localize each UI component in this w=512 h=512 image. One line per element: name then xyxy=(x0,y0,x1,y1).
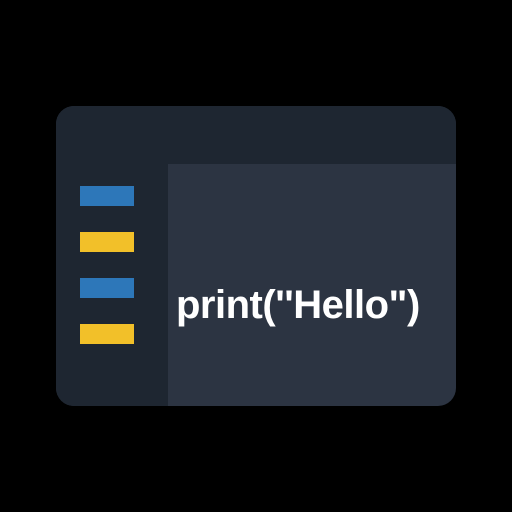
sidebar xyxy=(56,164,168,406)
window-body: print(''Hello") xyxy=(56,164,456,406)
sidebar-item[interactable] xyxy=(80,278,134,298)
sidebar-item[interactable] xyxy=(80,186,134,206)
code-line: print(''Hello") xyxy=(176,283,420,328)
sidebar-item[interactable] xyxy=(80,324,134,344)
code-editor[interactable]: print(''Hello") xyxy=(168,164,456,406)
sidebar-item[interactable] xyxy=(80,232,134,252)
window-titlebar xyxy=(56,106,456,164)
code-editor-window: print(''Hello") xyxy=(56,106,456,406)
